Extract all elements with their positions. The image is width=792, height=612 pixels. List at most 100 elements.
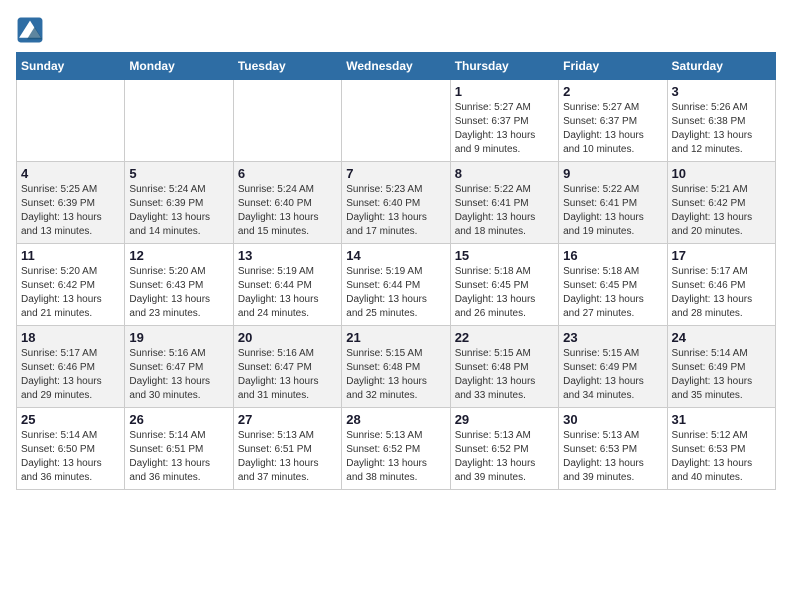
calendar-cell: 21 Sunrise: 5:15 AM Sunset: 6:48 PM Dayli…: [342, 326, 450, 408]
day-number: 13: [238, 248, 337, 263]
calendar-cell: [17, 80, 125, 162]
day-info: Sunrise: 5:24 AM Sunset: 6:39 PM Dayligh…: [129, 183, 228, 239]
day-info: Sunrise: 5:12 AM Sunset: 6:53 PM Dayligh…: [672, 429, 771, 485]
day-info: Sunrise: 5:14 AM Sunset: 6:50 PM Dayligh…: [21, 429, 120, 485]
day-info: Sunrise: 5:14 AM Sunset: 6:49 PM Dayligh…: [672, 347, 771, 403]
day-number: 4: [21, 166, 120, 181]
calendar-cell: 10 Sunrise: 5:21 AM Sunset: 6:42 PM Dayli…: [667, 162, 775, 244]
day-header-tuesday: Tuesday: [233, 53, 341, 80]
calendar-cell: 16 Sunrise: 5:18 AM Sunset: 6:45 PM Dayli…: [559, 244, 667, 326]
day-number: 29: [455, 412, 554, 427]
calendar-cell: 3Sunrise: 5:26 AM Sunset: 6:38 PM Daylig…: [667, 80, 775, 162]
day-info: Sunrise: 5:14 AM Sunset: 6:51 PM Dayligh…: [129, 429, 228, 485]
day-info: Sunrise: 5:27 AM Sunset: 6:37 PM Dayligh…: [455, 101, 554, 157]
day-number: 9: [563, 166, 662, 181]
calendar-cell: [125, 80, 233, 162]
calendar-cell: 4 Sunrise: 5:25 AM Sunset: 6:39 PM Daylig…: [17, 162, 125, 244]
day-info: Sunrise: 5:18 AM Sunset: 6:45 PM Dayligh…: [563, 265, 662, 321]
day-info: Sunrise: 5:21 AM Sunset: 6:42 PM Dayligh…: [672, 183, 771, 239]
day-info: Sunrise: 5:24 AM Sunset: 6:40 PM Dayligh…: [238, 183, 337, 239]
day-info: Sunrise: 5:13 AM Sunset: 6:53 PM Dayligh…: [563, 429, 662, 485]
calendar-cell: 15 Sunrise: 5:18 AM Sunset: 6:45 PM Dayli…: [450, 244, 558, 326]
calendar-cell: 14 Sunrise: 5:19 AM Sunset: 6:44 PM Dayli…: [342, 244, 450, 326]
day-header-wednesday: Wednesday: [342, 53, 450, 80]
day-info: Sunrise: 5:25 AM Sunset: 6:39 PM Dayligh…: [21, 183, 120, 239]
day-number: 11: [21, 248, 120, 263]
day-info: Sunrise: 5:22 AM Sunset: 6:41 PM Dayligh…: [563, 183, 662, 239]
day-number: 24: [672, 330, 771, 345]
day-header-monday: Monday: [125, 53, 233, 80]
day-number: 7: [346, 166, 445, 181]
day-info: Sunrise: 5:18 AM Sunset: 6:45 PM Dayligh…: [455, 265, 554, 321]
day-number: 6: [238, 166, 337, 181]
day-info: Sunrise: 5:15 AM Sunset: 6:48 PM Dayligh…: [455, 347, 554, 403]
day-number: 14: [346, 248, 445, 263]
day-number: 31: [672, 412, 771, 427]
day-info: Sunrise: 5:17 AM Sunset: 6:46 PM Dayligh…: [21, 347, 120, 403]
calendar-cell: 1 Sunrise: 5:27 AM Sunset: 6:37 PM Daylig…: [450, 80, 558, 162]
day-number: 20: [238, 330, 337, 345]
calendar-cell: 26 Sunrise: 5:14 AM Sunset: 6:51 PM Dayli…: [125, 408, 233, 490]
day-number: 21: [346, 330, 445, 345]
calendar-cell: 31 Sunrise: 5:12 AM Sunset: 6:53 PM Dayli…: [667, 408, 775, 490]
day-number: 23: [563, 330, 662, 345]
calendar-cell: 23Sunrise: 5:15 AM Sunset: 6:49 PM Dayli…: [559, 326, 667, 408]
calendar-cell: 29 Sunrise: 5:13 AM Sunset: 6:52 PM Dayli…: [450, 408, 558, 490]
day-header-thursday: Thursday: [450, 53, 558, 80]
calendar-cell: [342, 80, 450, 162]
day-number: 27: [238, 412, 337, 427]
day-number: 25: [21, 412, 120, 427]
day-info: Sunrise: 5:20 AM Sunset: 6:42 PM Dayligh…: [21, 265, 120, 321]
day-header-sunday: Sunday: [17, 53, 125, 80]
calendar-cell: 30 Sunrise: 5:13 AM Sunset: 6:53 PM Dayli…: [559, 408, 667, 490]
calendar-cell: 9 Sunrise: 5:22 AM Sunset: 6:41 PM Daylig…: [559, 162, 667, 244]
calendar-cell: 20 Sunrise: 5:16 AM Sunset: 6:47 PM Dayli…: [233, 326, 341, 408]
day-info: Sunrise: 5:19 AM Sunset: 6:44 PM Dayligh…: [346, 265, 445, 321]
calendar-cell: 19 Sunrise: 5:16 AM Sunset: 6:47 PM Dayli…: [125, 326, 233, 408]
day-number: 2: [563, 84, 662, 99]
logo-icon: [16, 16, 44, 44]
day-number: 30: [563, 412, 662, 427]
logo: [16, 16, 48, 44]
day-info: Sunrise: 5:13 AM Sunset: 6:52 PM Dayligh…: [455, 429, 554, 485]
page-header: [16, 16, 776, 44]
calendar-cell: 11 Sunrise: 5:20 AM Sunset: 6:42 PM Dayli…: [17, 244, 125, 326]
week-row-3: 11 Sunrise: 5:20 AM Sunset: 6:42 PM Dayli…: [17, 244, 776, 326]
day-info: Sunrise: 5:17 AM Sunset: 6:46 PM Dayligh…: [672, 265, 771, 321]
day-info: Sunrise: 5:20 AM Sunset: 6:43 PM Dayligh…: [129, 265, 228, 321]
day-number: 16: [563, 248, 662, 263]
calendar-table: SundayMondayTuesdayWednesdayThursdayFrid…: [16, 52, 776, 490]
day-number: 28: [346, 412, 445, 427]
day-number: 10: [672, 166, 771, 181]
header-row: SundayMondayTuesdayWednesdayThursdayFrid…: [17, 53, 776, 80]
week-row-2: 4 Sunrise: 5:25 AM Sunset: 6:39 PM Daylig…: [17, 162, 776, 244]
day-number: 5: [129, 166, 228, 181]
week-row-4: 18 Sunrise: 5:17 AM Sunset: 6:46 PM Dayli…: [17, 326, 776, 408]
calendar-cell: 27Sunrise: 5:13 AM Sunset: 6:51 PM Dayli…: [233, 408, 341, 490]
day-info: Sunrise: 5:15 AM Sunset: 6:48 PM Dayligh…: [346, 347, 445, 403]
day-number: 26: [129, 412, 228, 427]
day-number: 15: [455, 248, 554, 263]
week-row-1: 1 Sunrise: 5:27 AM Sunset: 6:37 PM Daylig…: [17, 80, 776, 162]
day-info: Sunrise: 5:16 AM Sunset: 6:47 PM Dayligh…: [129, 347, 228, 403]
day-number: 18: [21, 330, 120, 345]
day-number: 22: [455, 330, 554, 345]
day-info: Sunrise: 5:16 AM Sunset: 6:47 PM Dayligh…: [238, 347, 337, 403]
day-number: 12: [129, 248, 228, 263]
calendar-cell: 18 Sunrise: 5:17 AM Sunset: 6:46 PM Dayli…: [17, 326, 125, 408]
calendar-cell: 6 Sunrise: 5:24 AM Sunset: 6:40 PM Daylig…: [233, 162, 341, 244]
calendar-cell: 8Sunrise: 5:22 AM Sunset: 6:41 PM Daylig…: [450, 162, 558, 244]
calendar-cell: 7 Sunrise: 5:23 AM Sunset: 6:40 PM Daylig…: [342, 162, 450, 244]
day-info: Sunrise: 5:27 AM Sunset: 6:37 PM Dayligh…: [563, 101, 662, 157]
calendar-cell: 12 Sunrise: 5:20 AM Sunset: 6:43 PM Dayli…: [125, 244, 233, 326]
day-number: 19: [129, 330, 228, 345]
week-row-5: 25 Sunrise: 5:14 AM Sunset: 6:50 PM Dayli…: [17, 408, 776, 490]
calendar-cell: [233, 80, 341, 162]
calendar-cell: 5 Sunrise: 5:24 AM Sunset: 6:39 PM Daylig…: [125, 162, 233, 244]
day-number: 1: [455, 84, 554, 99]
calendar-cell: 13Sunrise: 5:19 AM Sunset: 6:44 PM Dayli…: [233, 244, 341, 326]
day-info: Sunrise: 5:26 AM Sunset: 6:38 PM Dayligh…: [672, 101, 771, 157]
day-header-friday: Friday: [559, 53, 667, 80]
calendar-cell: 2 Sunrise: 5:27 AM Sunset: 6:37 PM Daylig…: [559, 80, 667, 162]
day-info: Sunrise: 5:23 AM Sunset: 6:40 PM Dayligh…: [346, 183, 445, 239]
